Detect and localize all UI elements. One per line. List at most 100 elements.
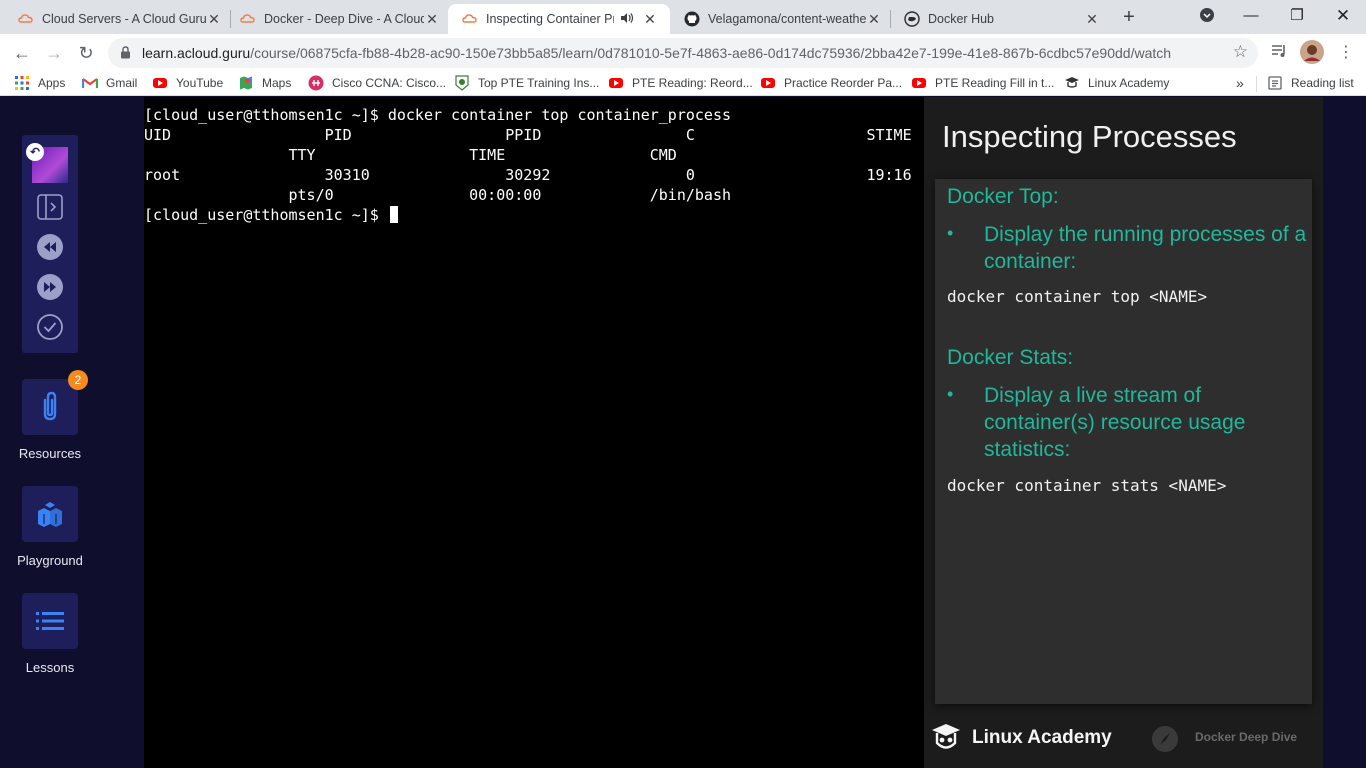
list-icon <box>36 612 64 630</box>
forward-button[interactable]: → <box>42 41 66 65</box>
slide-title: Inspecting Processes <box>942 119 1237 154</box>
bookmark-pte-training[interactable]: Top PTE Training Ins... <box>454 75 599 91</box>
terminal-line: pts/0 00:00:00 /bin/bash <box>144 186 731 204</box>
maximize-button[interactable]: ❐ <box>1274 0 1320 34</box>
docker-top-description: Display the running processes of a conta… <box>984 223 1307 273</box>
bullet-marker: • <box>947 384 954 404</box>
tab-inspecting-container[interactable]: Inspecting Container Processes ✕ <box>448 4 670 34</box>
tab-search-button[interactable] <box>1184 0 1230 34</box>
youtube-icon <box>152 75 168 91</box>
pte-icon <box>454 75 470 91</box>
cubes-icon <box>38 502 62 527</box>
bookmark-pte-reading-fill[interactable]: PTE Reading Fill in t... <box>911 75 1054 91</box>
tab-title: Inspecting Container Processes <box>486 12 614 26</box>
lessons-label: Lessons <box>25 660 75 675</box>
profile-avatar[interactable] <box>1300 40 1324 64</box>
reading-list-button[interactable]: Reading list <box>1267 75 1354 91</box>
cisco-icon <box>308 75 324 91</box>
paperclip-icon <box>43 391 57 421</box>
acg-icon <box>462 11 478 27</box>
slide-content-card: Docker Top: • Display the running proces… <box>935 179 1312 704</box>
bookmarks-divider <box>1256 76 1257 92</box>
close-tab-icon[interactable]: ✕ <box>424 11 440 28</box>
tab-docker-deep-dive[interactable]: Docker - Deep Dive - A Cloud Guru ✕ <box>226 4 448 34</box>
terminal-line: UID PID PPID C STIME <box>144 126 912 144</box>
close-tab-icon[interactable]: ✕ <box>206 11 222 28</box>
reload-button[interactable]: ↻ <box>74 41 98 65</box>
bookmarks-bar: Apps Gmail YouTube Maps Cisco CCNA: Cisc… <box>0 72 1366 96</box>
playground-button[interactable] <box>22 486 78 542</box>
bookmark-practice-reorder[interactable]: Practice Reorder Pa... <box>760 75 902 91</box>
tab-github-velagamona[interactable]: Velagamona/content-weather ✕ <box>670 4 890 34</box>
docker-stats-heading: Docker Stats: <box>947 346 1074 369</box>
compass-icon <box>1152 726 1178 752</box>
tab-title: Cloud Servers - A Cloud Guru <box>42 12 206 26</box>
bookmark-star-icon[interactable]: ☆ <box>1233 42 1248 62</box>
back-button[interactable]: ← <box>10 41 34 65</box>
youtube-icon <box>911 75 927 91</box>
mark-complete-icon[interactable] <box>36 313 64 341</box>
close-window-button[interactable]: ✕ <box>1320 0 1366 34</box>
youtube-icon <box>608 75 624 91</box>
bookmark-apps[interactable]: Apps <box>14 75 65 91</box>
more-bookmarks-button[interactable]: » <box>1236 75 1244 91</box>
bookmark-gmail[interactable]: Gmail <box>82 75 137 91</box>
media-control-icon[interactable] <box>1270 42 1288 64</box>
back-arrow-icon[interactable]: ↶ <box>26 143 44 161</box>
docker-stats-description: Display a live stream of container(s) re… <box>984 384 1246 461</box>
kebab-menu-icon[interactable]: ⋮ <box>1338 42 1354 64</box>
address-bar[interactable]: learn.acloud.guru/course/06875cfa-fb88-4… <box>108 38 1258 68</box>
lessons-button[interactable] <box>22 593 78 649</box>
close-tab-icon[interactable]: ✕ <box>642 11 658 28</box>
docker-top-heading: Docker Top: <box>947 185 1059 208</box>
toggle-panel-icon[interactable] <box>36 193 64 221</box>
minimize-button[interactable]: — <box>1228 0 1274 34</box>
docker-top-command: docker container top <NAME> <box>947 287 1208 306</box>
docker-stats-command: docker container stats <NAME> <box>947 476 1227 495</box>
terminal-line: root 30310 30292 0 19:16 <box>144 166 912 184</box>
right-margin <box>1323 97 1366 768</box>
acg-icon <box>240 11 256 27</box>
terminal-cursor <box>389 206 398 223</box>
terminal-prompt: [cloud_user@tthomsen1c ~]$ <box>144 205 398 225</box>
rewind-icon[interactable] <box>36 233 64 261</box>
tab-title: Docker - Deep Dive - A Cloud Guru <box>264 12 424 26</box>
tab-title: Velagamona/content-weather <box>708 12 866 26</box>
bookmark-maps[interactable]: Maps <box>238 75 291 91</box>
bookmark-cisco-ccna[interactable]: Cisco CCNA: Cisco... <box>308 75 446 91</box>
terminal-line: TTY TIME CMD <box>144 146 677 164</box>
reading-list-icon <box>1267 75 1283 91</box>
acg-icon <box>18 11 34 27</box>
browser-toolbar: ← → ↻ learn.acloud.guru/course/06875cfa-… <box>0 34 1366 72</box>
course-name: Docker Deep Dive <box>1195 730 1298 744</box>
tab-docker-hub[interactable]: Docker Hub ✕ <box>890 4 1108 34</box>
resources-label: Resources <box>18 446 82 461</box>
bullet-marker: • <box>947 223 954 243</box>
gmail-icon <box>82 75 98 91</box>
fast-forward-icon[interactable] <box>36 273 64 301</box>
linux-academy-icon <box>1064 75 1080 91</box>
bookmark-linux-academy[interactable]: Linux Academy <box>1064 75 1169 91</box>
playground-label: Playground <box>17 553 83 568</box>
new-tab-button[interactable]: + <box>1118 6 1140 28</box>
resources-button[interactable] <box>22 379 78 435</box>
bookmark-youtube[interactable]: YouTube <box>152 75 223 91</box>
course-sidebar: ↶ 2 Resources Playground Lessons <box>0 97 144 768</box>
close-tab-icon[interactable]: ✕ <box>866 11 882 28</box>
github-icon <box>684 11 700 27</box>
player-controls-panel: ↶ <box>22 135 78 353</box>
close-tab-icon[interactable]: ✕ <box>1084 11 1100 28</box>
bookmark-pte-reading-reorder[interactable]: PTE Reading: Reord... <box>608 75 753 91</box>
speaker-icon[interactable] <box>620 12 634 27</box>
docker-icon <box>904 11 920 27</box>
tab-strip: Cloud Servers - A Cloud Guru ✕ Docker - … <box>0 0 1366 34</box>
terminal-video[interactable]: [cloud_user@tthomsen1c ~]$ docker contai… <box>144 97 924 768</box>
lecture-slide: Inspecting Processes Docker Top: • Displ… <box>924 97 1323 768</box>
tab-title: Docker Hub <box>928 12 994 26</box>
url-text: learn.acloud.guru/course/06875cfa-fb88-4… <box>142 45 1172 61</box>
tab-cloud-servers[interactable]: Cloud Servers - A Cloud Guru ✕ <box>4 4 230 34</box>
maps-icon <box>238 75 254 91</box>
linux-academy-brand: Linux Academy <box>972 727 1112 748</box>
apps-grid-icon <box>14 75 30 91</box>
lock-icon <box>121 46 130 59</box>
